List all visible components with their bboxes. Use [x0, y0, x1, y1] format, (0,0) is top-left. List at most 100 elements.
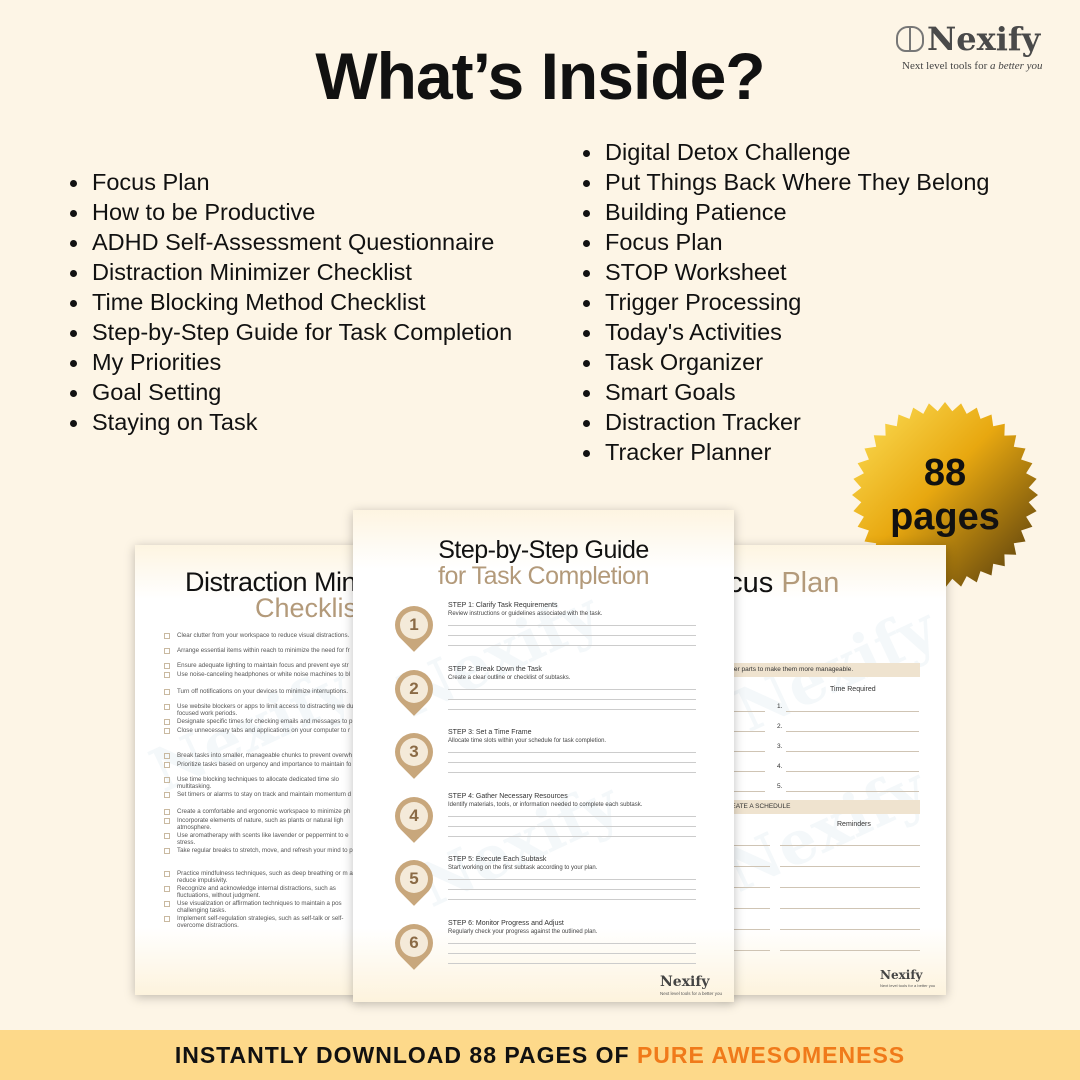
writing-line: [786, 731, 919, 732]
right-page-title: ocus Plan: [720, 567, 840, 599]
step-number: 4: [409, 805, 419, 825]
list-item: Step-by-Step Guide for Task Completion: [70, 317, 512, 347]
writing-line: [448, 942, 696, 944]
checklist-text: Prioritize tasks based on urgency and im…: [177, 761, 352, 768]
checkbox-icon: [164, 762, 170, 768]
list-number: 5.: [777, 783, 783, 790]
list-item: ADHD Self-Assessment Questionnaire: [70, 227, 512, 257]
step-title: STEP 2: Break Down the Task: [448, 665, 542, 673]
list-item: Time Blocking Method Checklist: [70, 287, 512, 317]
checkbox-icon: [164, 833, 170, 839]
list-item: STOP Worksheet: [583, 257, 989, 287]
step-number: 6: [409, 932, 419, 952]
checklist-text: Ensure adequate lighting to maintain foc…: [177, 662, 349, 669]
checklist-item: Use noise-canceling headphones or white …: [164, 671, 360, 680]
checklist-text: Turn off notifications on your devices t…: [177, 688, 348, 695]
left-page-subtitle: Checklist: [255, 593, 360, 623]
checklist-item: Break tasks into smaller, manageable chu…: [164, 752, 360, 761]
step-item: 1 STEP 1: Clarify Task Requirements Review…: [387, 598, 705, 662]
preview-distraction-checklist: Nexify Distraction Min Checklist Clear c…: [135, 545, 360, 995]
step-item: 4 STEP 4: Gather Necessary Resources Ident…: [387, 788, 705, 853]
checklist-item: Prioritize tasks based on urgency and im…: [164, 761, 360, 776]
writing-line: [448, 899, 696, 900]
section-band: CREATE A SCHEDULE: [720, 800, 920, 814]
logo-name: Nexify: [927, 20, 1041, 58]
writing-line: [448, 889, 696, 890]
checkbox-icon: [164, 663, 170, 669]
step-number: 3: [409, 742, 419, 761]
checklist-text: Arrange essential items within reach to …: [177, 647, 350, 654]
center-page-subtitle: for Task Completion: [438, 562, 649, 590]
bottom-banner: INSTANTLY DOWNLOAD 88 PAGES OF PURE AWES…: [0, 1030, 1080, 1080]
writing-line: [448, 879, 696, 880]
checklist-item: Arrange essential items within reach to …: [164, 647, 360, 662]
list-item: Distraction Minimizer Checklist: [70, 257, 512, 287]
list-number: 4.: [777, 763, 783, 770]
writing-line: [448, 762, 696, 763]
badge-unit: pages: [890, 496, 1000, 538]
writing-line: [448, 635, 696, 636]
step-description: Start working on the first subtask accor…: [448, 865, 598, 871]
writing-line: [448, 835, 696, 837]
checklist-text: Recognize and acknowledge internal distr…: [177, 885, 336, 899]
contents-list-left: Focus Plan How to be Productive ADHD Self-…: [70, 167, 512, 437]
checklist-text: Use noise-canceling headphones or white …: [177, 671, 351, 678]
step-number: 1: [409, 615, 419, 634]
step-description: Create a clear outline or checklist of s…: [448, 674, 571, 681]
list-item: Goal Setting: [70, 377, 512, 407]
step-title: STEP 1: Clarify Task Requirements: [448, 602, 558, 609]
list-item: Trigger Processing: [583, 287, 989, 317]
writing-line: [448, 962, 696, 964]
step-item: 2 STEP 2: Break Down the Task Create a cle…: [387, 661, 705, 726]
list-item: Task Organizer: [583, 347, 989, 377]
checklist-text: Use aromatherapy with scents like lavend…: [177, 832, 349, 846]
writing-line: [780, 845, 920, 846]
section-band: maller parts to make them more manageabl…: [720, 663, 920, 677]
checklist-text: Close unnecessary tabs and applications …: [177, 727, 351, 734]
writing-line: [448, 698, 696, 700]
footer-logo: Nexify: [660, 974, 710, 990]
step-title: STEP 3: Set a Time Frame: [448, 729, 532, 736]
step-description: Review instructions or guidelines associ…: [448, 611, 603, 617]
checkbox-icon: [164, 809, 170, 815]
writing-line: [448, 708, 696, 710]
step-title: STEP 6: Monitor Progress and Adjust: [448, 919, 564, 927]
checklist-item: Turn off notifications on your devices t…: [164, 688, 360, 703]
badge-number: 88: [923, 452, 967, 494]
checkbox-icon: [164, 848, 170, 854]
checkbox-icon: [164, 792, 170, 798]
writing-line: [786, 711, 919, 712]
list-item: Digital Detox Challenge: [583, 137, 989, 167]
writing-line: [448, 645, 696, 646]
step-title: STEP 4: Gather Necessary Resources: [448, 792, 568, 800]
checklist-item: Ensure adequate lighting to maintain foc…: [164, 662, 360, 671]
writing-line: [448, 815, 696, 817]
checkbox-icon: [164, 871, 170, 877]
step-description: Allocate time slots within your schedule…: [448, 738, 607, 744]
step-item: 5 STEP 5: Execute Each Subtask Start worki…: [387, 852, 705, 916]
checklist-text: Break tasks into smaller, manageable chu…: [177, 752, 353, 759]
reminders-label: Reminders: [837, 821, 871, 828]
writing-line: [780, 950, 920, 951]
checkbox-icon: [164, 689, 170, 695]
checklist-item: Use aromatherapy with scents like lavend…: [164, 832, 360, 847]
preview-step-guide: Nexify Nexify Step-by-Step Guide for Tas…: [353, 510, 734, 1002]
checklist-text: Set timers or alarms to stay on track an…: [177, 791, 352, 798]
brain-icon: [896, 26, 924, 52]
checklist-item: Designate specific times for checking em…: [164, 718, 360, 727]
checkbox-icon: [164, 728, 170, 734]
list-number: 3.: [777, 743, 783, 750]
checklist-text: Incorporate elements of nature, such as …: [177, 817, 344, 831]
checklist-text: Create a comfortable and ergonomic works…: [177, 808, 351, 815]
step-title: STEP 5: Execute Each Subtask: [448, 856, 547, 863]
footer-tagline: Next level tools for a better you: [660, 991, 723, 996]
step-number: 2: [409, 678, 419, 698]
logo-tagline: Next level tools for a better you: [902, 60, 1043, 72]
list-item: Focus Plan: [583, 227, 989, 257]
writing-line: [780, 908, 920, 909]
writing-line: [786, 771, 919, 772]
